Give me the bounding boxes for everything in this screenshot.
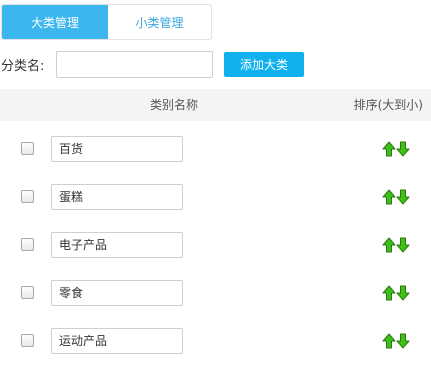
table-row: 百货 <box>0 125 431 173</box>
row-checkbox[interactable] <box>21 238 34 251</box>
table-row: 运动产品 <box>0 317 431 365</box>
move-down-arrow-icon[interactable] <box>396 189 410 205</box>
category-tabs: 大类管理 小类管理 <box>1 4 212 40</box>
move-up-arrow-icon[interactable] <box>382 333 396 349</box>
row-checkbox[interactable] <box>21 190 34 203</box>
table-row: 零食 <box>0 269 431 317</box>
sort-controls <box>382 141 410 157</box>
sort-controls <box>382 189 410 205</box>
table-header: 类别名称 排序(大到小) <box>0 89 431 121</box>
move-up-arrow-icon[interactable] <box>382 189 396 205</box>
tab-minor-category[interactable]: 小类管理 <box>108 5 211 39</box>
row-checkbox[interactable] <box>21 142 34 155</box>
sort-controls <box>382 285 410 301</box>
move-up-arrow-icon[interactable] <box>382 237 396 253</box>
category-name-label: 分类名: <box>1 59 45 74</box>
category-name-field[interactable]: 蛋糕 <box>51 184 183 210</box>
table-row: 蛋糕 <box>0 173 431 221</box>
sort-controls <box>382 237 410 253</box>
add-major-category-button[interactable]: 添加大类 <box>224 52 304 77</box>
move-down-arrow-icon[interactable] <box>396 141 410 157</box>
category-name-field[interactable]: 零食 <box>51 280 183 306</box>
move-down-arrow-icon[interactable] <box>396 333 410 349</box>
category-name-field[interactable]: 百货 <box>51 136 183 162</box>
sort-controls <box>382 333 410 349</box>
category-name-field[interactable]: 运动产品 <box>51 328 183 354</box>
tab-major-category[interactable]: 大类管理 <box>2 5 108 39</box>
column-header-name: 类别名称 <box>150 98 199 112</box>
add-category-form: 分类名: <box>0 51 44 78</box>
row-checkbox[interactable] <box>21 286 34 299</box>
row-checkbox[interactable] <box>21 334 34 347</box>
column-header-sort: 排序(大到小) <box>353 98 423 112</box>
move-up-arrow-icon[interactable] <box>382 285 396 301</box>
move-up-arrow-icon[interactable] <box>382 141 396 157</box>
move-down-arrow-icon[interactable] <box>396 237 410 253</box>
category-name-field[interactable]: 电子产品 <box>51 232 183 258</box>
category-name-input[interactable] <box>56 51 213 78</box>
table-row: 电子产品 <box>0 221 431 269</box>
move-down-arrow-icon[interactable] <box>396 285 410 301</box>
